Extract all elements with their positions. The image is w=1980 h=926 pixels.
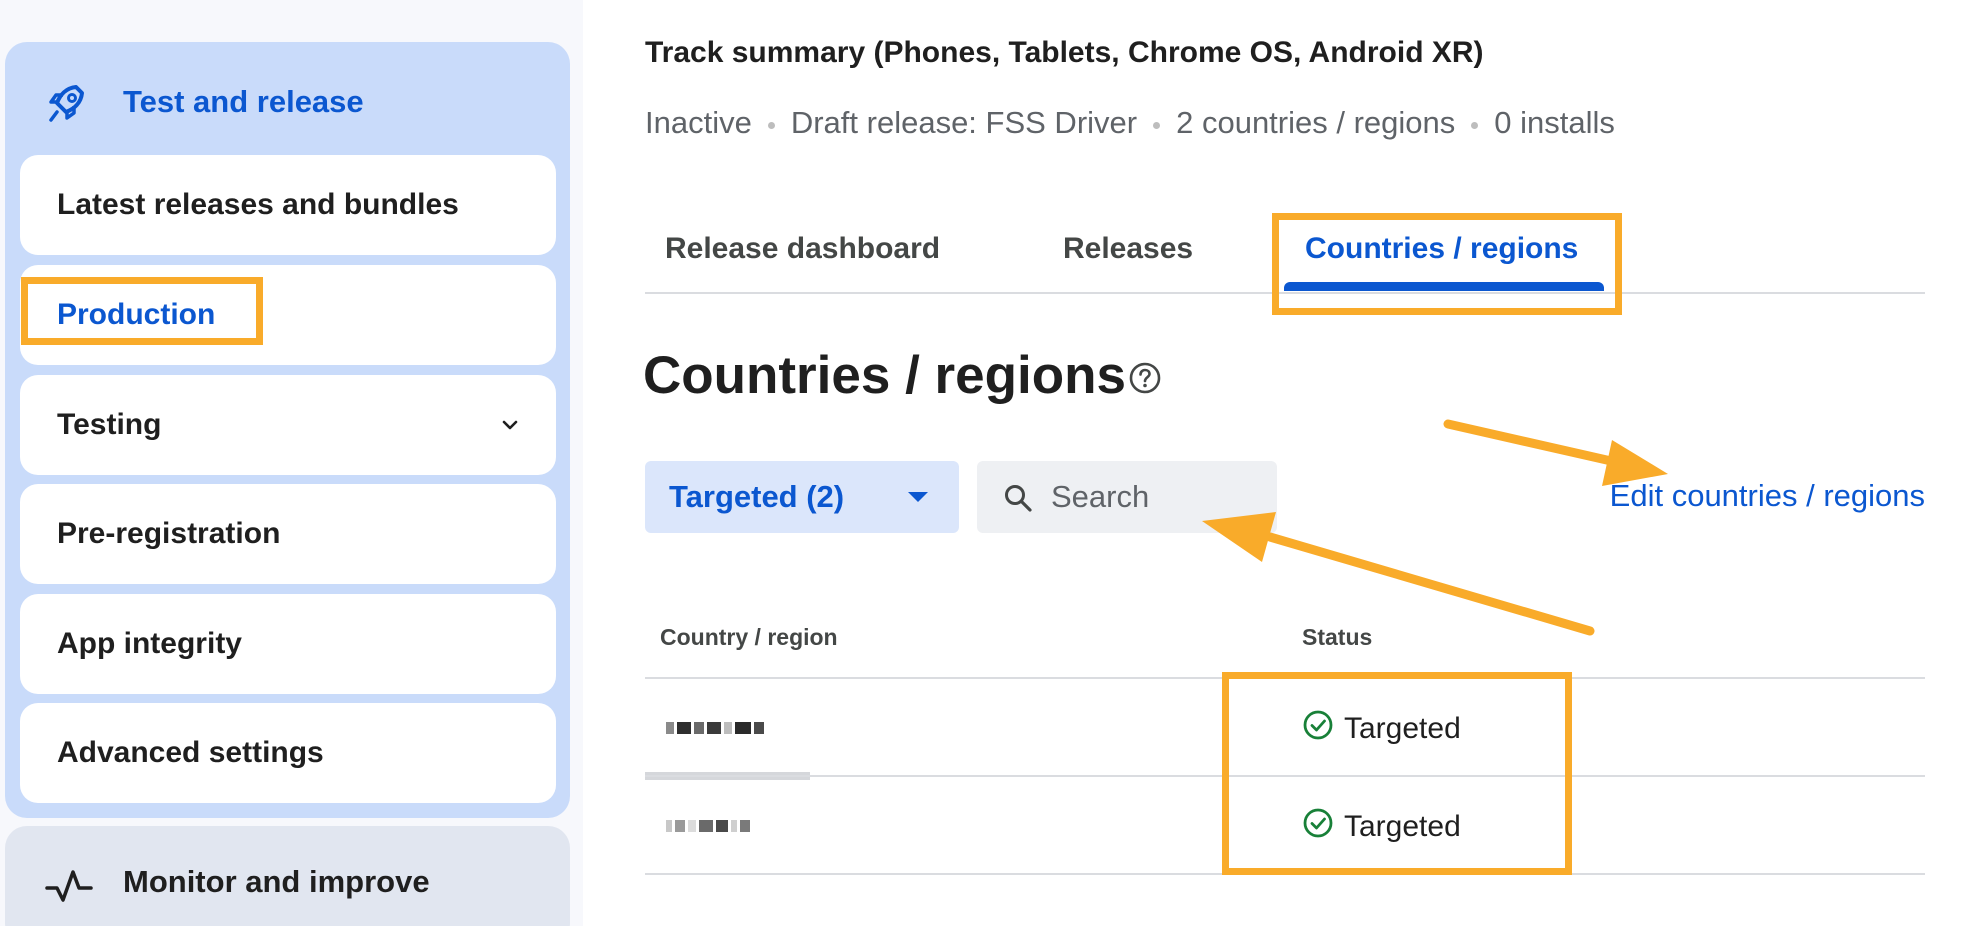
search-icon — [1005, 485, 1032, 512]
pulse-icon — [45, 870, 93, 902]
column-header-status[interactable]: Status — [1302, 624, 1372, 651]
sidebar-item-label: Testing — [57, 408, 162, 441]
meta-installs: 0 installs — [1494, 105, 1615, 140]
sidebar-item-label: Pre-registration — [57, 517, 281, 550]
country-name-redacted — [666, 814, 753, 838]
caret-down-icon — [908, 492, 928, 502]
sidebar-item-testing[interactable]: Testing — [20, 375, 556, 475]
targeted-filter-dropdown[interactable]: Targeted (2) — [645, 461, 959, 533]
section-title: Monitor and improve — [123, 864, 430, 899]
section-test-and-release: Test and release Latest releases and bun… — [5, 42, 570, 818]
highlight-box-production — [21, 277, 263, 345]
section-monitor-and-improve[interactable]: Monitor and improve — [5, 826, 570, 926]
sidebar-item-label: App integrity — [57, 627, 242, 660]
tab-releases[interactable]: Releases — [1063, 232, 1193, 266]
chevron-down-icon[interactable] — [498, 413, 522, 437]
search-box — [977, 461, 1277, 533]
sidebar-item-app-integrity[interactable]: App integrity — [20, 594, 556, 694]
meta-release: Draft release: FSS Driver — [790, 105, 1138, 140]
separator-dot — [767, 121, 775, 129]
edit-countries-regions-link[interactable]: Edit countries / regions — [1610, 478, 1925, 514]
search-input[interactable] — [1051, 475, 1261, 519]
track-summary-title: Track summary (Phones, Tablets, Chrome O… — [645, 36, 1484, 69]
highlight-box-countries-tab — [1272, 213, 1622, 315]
arrow-to-edit-link — [1443, 419, 1668, 486]
separator-dot — [1471, 121, 1479, 129]
page-title: Countries / regions — [643, 346, 1126, 405]
rocket-icon — [49, 85, 84, 122]
track-meta: Inactive Draft release: FSS Driver 2 cou… — [645, 105, 1615, 141]
filter-label: Targeted (2) — [669, 479, 845, 514]
country-name-redacted — [666, 716, 767, 740]
meta-countries: 2 countries / regions — [1176, 105, 1456, 140]
separator-dot — [1153, 121, 1161, 129]
section-title: Test and release — [123, 84, 364, 119]
meta-status: Inactive — [645, 105, 752, 140]
sidebar-item-advanced-settings[interactable]: Advanced settings — [20, 703, 556, 803]
help-icon[interactable] — [1128, 361, 1162, 395]
sidebar-item-pre-registration[interactable]: Pre-registration — [20, 484, 556, 584]
section-header-test-and-release[interactable]: Test and release — [5, 70, 570, 130]
tab-release-dashboard[interactable]: Release dashboard — [665, 232, 940, 266]
highlight-box-status-column — [1222, 672, 1572, 875]
sidebar-item-latest-releases[interactable]: Latest releases and bundles — [20, 155, 556, 255]
sidebar-item-label: Latest releases and bundles — [57, 188, 459, 221]
column-header-country[interactable]: Country / region — [660, 624, 838, 651]
sidebar-item-label: Advanced settings — [57, 736, 324, 769]
sidebar: Test and release Latest releases and bun… — [0, 0, 583, 926]
